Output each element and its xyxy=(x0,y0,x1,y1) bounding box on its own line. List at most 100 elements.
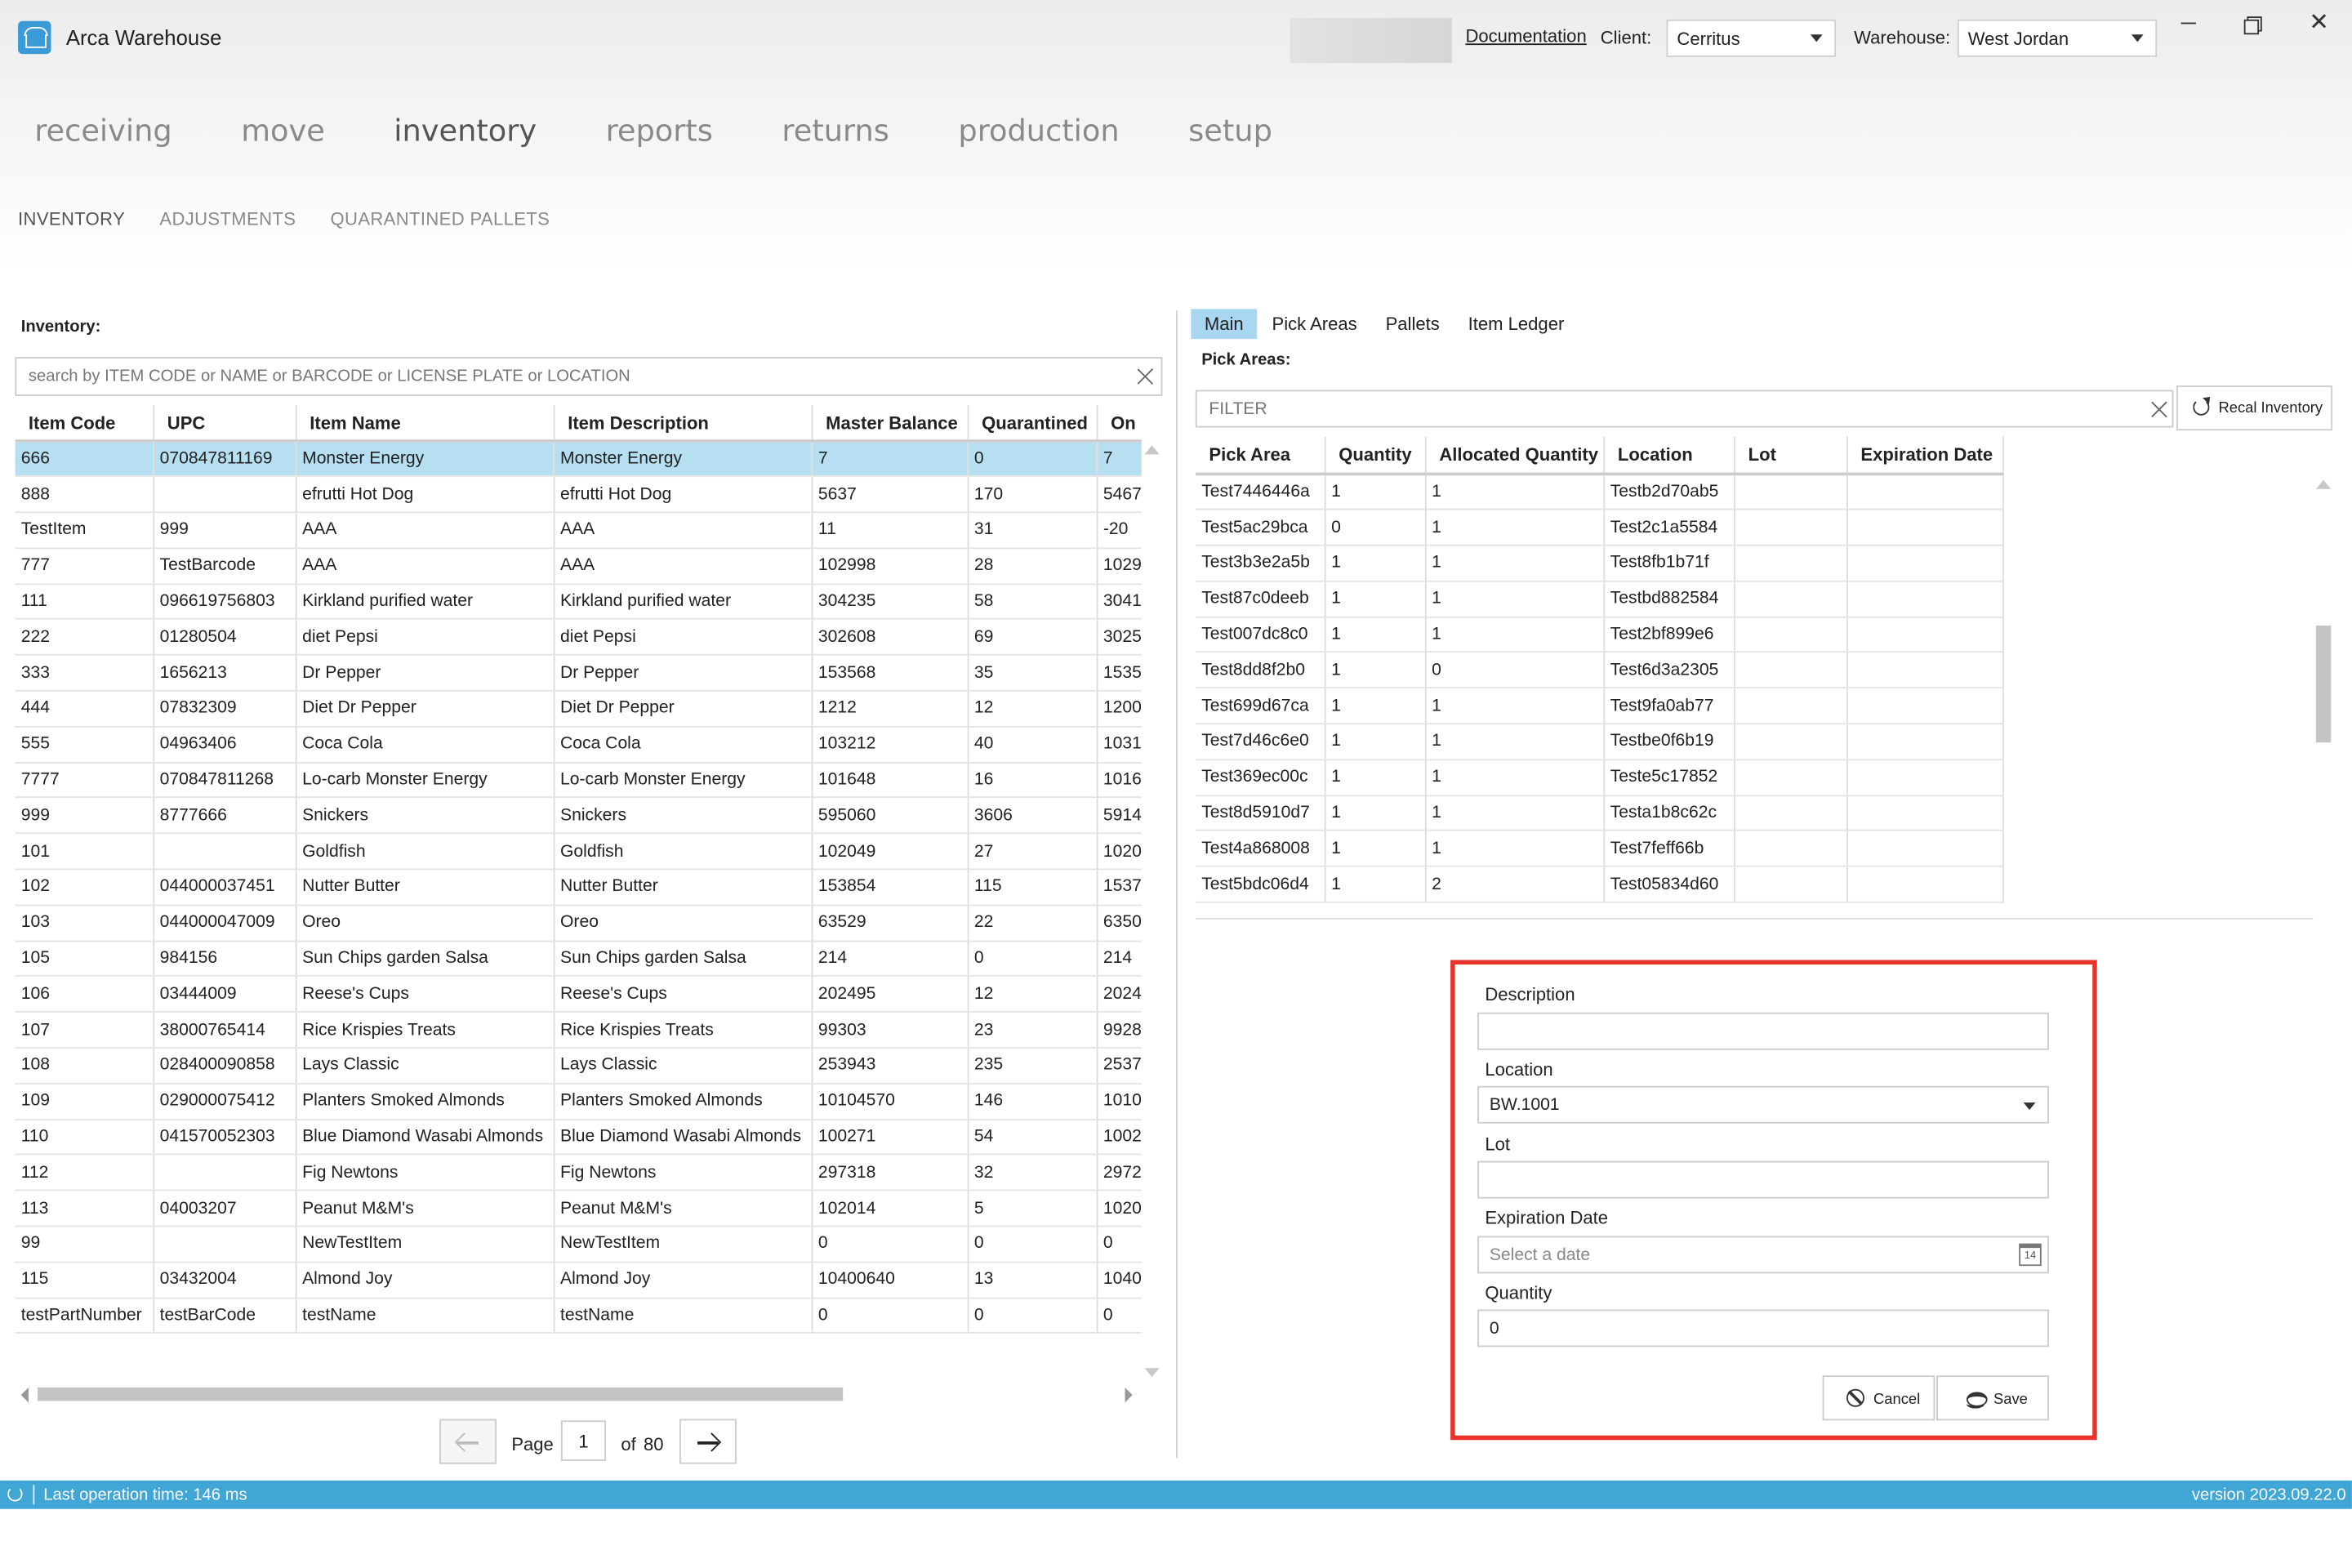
lot-field[interactable] xyxy=(1477,1160,2049,1199)
tab-item-ledger[interactable]: Item Ledger xyxy=(1454,309,1578,339)
table-cell: 333 xyxy=(15,655,154,692)
page-input[interactable]: 1 xyxy=(560,1420,607,1461)
column-header[interactable]: Expiration Date xyxy=(1846,436,2003,476)
tab-main[interactable]: Main xyxy=(1191,309,1258,340)
table-row[interactable]: 112Fig NewtonsFig Newtons2973183229728 xyxy=(15,1155,1142,1192)
column-header[interactable]: Item Description xyxy=(553,404,813,443)
table-row[interactable]: 115 03432004 Almond Joy Almond Joy 10400640 1… xyxy=(15,1262,1142,1298)
tab-pick-areas[interactable]: Pick Areas xyxy=(1258,309,1370,339)
column-header[interactable]: Allocated Quantity xyxy=(1424,436,1605,476)
inventory-search-input[interactable] xyxy=(16,358,1097,395)
nav-production[interactable]: production xyxy=(958,113,1119,149)
table-row[interactable]: 999 8777666 Snickers Snickers 595060 3606 5914… xyxy=(15,798,1142,835)
minimize-button[interactable] xyxy=(2173,12,2203,36)
table-row[interactable]: Test87c0deeb 1 1 Testbd882584 xyxy=(1195,581,2003,618)
pick-vertical-scrollbar[interactable] xyxy=(2315,625,2332,743)
table-row[interactable]: 101GoldfishGoldfish1020492710202 xyxy=(15,833,1142,871)
nav-inventory[interactable]: inventory xyxy=(394,113,537,149)
nav-returns[interactable]: returns xyxy=(782,113,889,149)
horizontal-scrollbar[interactable] xyxy=(37,1387,844,1401)
quantity-field[interactable]: 0 xyxy=(1477,1309,2049,1348)
table-row[interactable]: Test4a868008 1 1 Test7feff66b xyxy=(1195,831,2003,868)
column-header[interactable]: Location xyxy=(1603,436,1735,476)
nav-setup[interactable]: setup xyxy=(1188,113,1272,149)
table-row[interactable]: 555 04963406 Coca Cola Coca Cola 103212 40 103… xyxy=(15,726,1142,764)
table-row[interactable]: Test5bdc06d4 1 2 Test05834d60 xyxy=(1195,866,2003,903)
subnav-inventory[interactable]: INVENTORY xyxy=(18,208,125,229)
table-cell: Test699d67ca xyxy=(1195,688,1325,725)
cancel-button[interactable]: Cancel xyxy=(1822,1375,1936,1421)
clear-filter-icon[interactable] xyxy=(2151,400,2169,418)
table-row[interactable]: 106 03444009 Reese's Cups Reese's Cups 20249… xyxy=(15,976,1142,1013)
client-select[interactable]: Cerritus xyxy=(1666,19,1837,57)
column-header[interactable]: Item Name xyxy=(295,404,555,443)
subnav-quarantined-pallets[interactable]: QUARANTINED PALLETS xyxy=(331,208,550,229)
table-row[interactable]: Test5ac29bca 0 1 Test2c1a5584 xyxy=(1195,510,2003,546)
column-header[interactable]: Quantity xyxy=(1324,436,1426,476)
subnav-adjustments[interactable]: ADJUSTMENTS xyxy=(159,208,296,229)
table-row[interactable]: 333 1656213 Dr Pepper Dr Pepper 153568 35 1535… xyxy=(15,655,1142,692)
scroll-up-icon[interactable] xyxy=(2315,479,2332,489)
table-row[interactable]: 99 NewTestItem NewTestItem 0 0 0 xyxy=(15,1226,1142,1263)
table-cell: 1200 xyxy=(1096,690,1142,728)
table-row[interactable]: Test699d67ca 1 1 Test9fa0ab77 xyxy=(1195,688,2003,725)
nav-reports[interactable]: reports xyxy=(606,113,713,149)
table-row[interactable]: TestItem 999 AAA AAA 11 31 -20 xyxy=(15,512,1142,550)
column-header[interactable]: Master Balance xyxy=(811,404,969,443)
table-row[interactable]: 102 044000037451 Nutter Butter Nutter Butte… xyxy=(15,869,1142,906)
table-row[interactable]: 105 984156 Sun Chips garden Salsa Sun Chips… xyxy=(15,940,1142,978)
documentation-link[interactable]: Documentation xyxy=(1465,25,1586,47)
table-cell: 304235 xyxy=(811,583,969,621)
table-row[interactable]: Test7446446a 1 1 Testb2d70ab5 xyxy=(1195,474,2003,511)
recal-inventory-button[interactable]: Recal Inventory xyxy=(2176,385,2333,431)
column-header[interactable]: UPC xyxy=(153,404,296,443)
warehouse-select[interactable]: West Jordan xyxy=(1957,19,2158,57)
next-page-button[interactable] xyxy=(679,1419,737,1464)
table-row[interactable]: 108 028400090858 Lays Classic Lays Classic 2… xyxy=(15,1048,1142,1085)
column-header[interactable]: On H xyxy=(1096,404,1142,443)
table-row[interactable]: Test8d5910d7 1 1 Testa1b8c62c xyxy=(1195,795,2003,832)
table-row[interactable]: 888 efrutti Hot Dog efrutti Hot Dog 5637 170… xyxy=(15,476,1142,514)
table-row[interactable]: testPartNumber testBarCode testName testNam… xyxy=(15,1297,1142,1334)
table-row[interactable]: 7777 070847811268 Lo-carb Monster Energy Lo… xyxy=(15,762,1142,799)
table-row[interactable]: 444 07832309 Diet Dr Pepper Diet Dr Pepper 1… xyxy=(15,690,1142,728)
tab-pallets[interactable]: Pallets xyxy=(1372,309,1453,339)
nav-receiving[interactable]: receiving xyxy=(34,113,172,149)
close-window-button[interactable]: ✕ xyxy=(2304,7,2334,36)
table-row[interactable]: 110 041570052303 Blue Diamond Wasabi Almon… xyxy=(15,1119,1142,1156)
table-row[interactable]: Test8dd8f2b0 1 0 Test6d3a2305 xyxy=(1195,652,2003,689)
pick-filter-input[interactable] xyxy=(1196,391,2127,426)
nav-move[interactable]: move xyxy=(241,113,325,149)
table-row[interactable]: 666 070847811169 Monster Energy Monster Ene… xyxy=(15,440,1142,478)
column-header[interactable]: Lot xyxy=(1734,436,1847,476)
table-row[interactable]: 109 029000075412 Planters Smoked Almonds Pl… xyxy=(15,1083,1142,1120)
table-row[interactable]: 777TestBarcodeAAAAAA1029982810297 xyxy=(15,548,1142,585)
column-header[interactable]: Quarantined xyxy=(967,404,1098,443)
prev-page-button[interactable] xyxy=(439,1419,497,1464)
table-cell: 0 xyxy=(967,1297,1098,1334)
scroll-up-icon[interactable] xyxy=(1144,445,1160,455)
scroll-down-icon[interactable] xyxy=(1144,1368,1160,1378)
table-row[interactable]: 103044000047009OreoOreo635292263507 xyxy=(15,905,1142,942)
column-header[interactable]: Pick Area xyxy=(1195,436,1325,476)
table-row[interactable]: Test369ec00c 1 1 Teste5c17852 xyxy=(1195,760,2003,796)
clear-search-icon[interactable] xyxy=(1137,368,1155,385)
table-cell: 30253 xyxy=(1096,619,1142,657)
save-button[interactable]: Save xyxy=(1936,1375,2049,1421)
location-select[interactable]: BW.1001 xyxy=(1477,1085,2049,1124)
table-row[interactable]: 111 096619756803 Kirkland purified water Ki… xyxy=(15,583,1142,621)
table-row[interactable]: Test007dc8c0 1 1 Test2bf899e6 xyxy=(1195,617,2003,653)
table-row[interactable]: 107 38000765414 Rice Krispies Treats Rice K… xyxy=(15,1012,1142,1049)
column-header[interactable]: Item Code xyxy=(15,404,154,443)
scroll-right-icon[interactable] xyxy=(1125,1387,1133,1403)
description-field[interactable] xyxy=(1477,1012,2049,1050)
restore-button[interactable] xyxy=(2238,12,2268,36)
table-row[interactable]: Test7d46c6e0 1 1 Testbe0f6b19 xyxy=(1195,724,2003,760)
scroll-left-icon[interactable] xyxy=(20,1387,29,1403)
table-row[interactable]: 113 04003207 Peanut M&M's Peanut M&M's 10201… xyxy=(15,1190,1142,1227)
table-row[interactable]: 222 01280504 diet Pepsi diet Pepsi 302608 69 3… xyxy=(15,619,1142,657)
expiration-date-picker[interactable]: Select a date 14 xyxy=(1477,1236,2049,1274)
calendar-icon[interactable]: 14 xyxy=(2019,1243,2042,1267)
table-cell: Test9fa0ab77 xyxy=(1603,688,1735,725)
table-row[interactable]: Test3b3e2a5b 1 1 Test8fb1b71f xyxy=(1195,545,2003,582)
